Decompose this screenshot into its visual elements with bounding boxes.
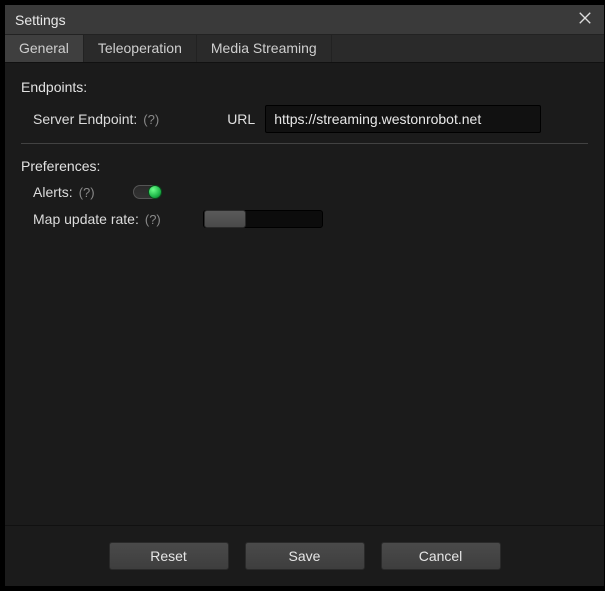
server-endpoint-help[interactable]: (?) <box>143 112 159 127</box>
preferences-heading: Preferences: <box>21 158 588 174</box>
close-button[interactable] <box>576 11 594 29</box>
server-endpoint-input[interactable] <box>265 105 541 133</box>
server-endpoint-label: Server Endpoint: <box>33 111 137 127</box>
save-button[interactable]: Save <box>245 542 365 570</box>
alerts-label: Alerts: <box>33 184 73 200</box>
toggle-knob-icon <box>148 185 162 199</box>
map-update-help[interactable]: (?) <box>145 212 161 227</box>
tab-teleoperation[interactable]: Teleoperation <box>84 35 197 62</box>
reset-button[interactable]: Reset <box>109 542 229 570</box>
alerts-row: Alerts: (?) <box>21 184 588 200</box>
divider <box>21 143 588 144</box>
settings-window: Settings General Teleoperation Media Str… <box>4 4 605 587</box>
tab-media-streaming[interactable]: Media Streaming <box>197 35 332 62</box>
endpoints-heading: Endpoints: <box>21 79 588 95</box>
url-label: URL <box>227 111 255 127</box>
server-endpoint-row: Server Endpoint: (?) URL <box>21 105 588 133</box>
slider-thumb-icon <box>204 210 246 228</box>
cancel-button[interactable]: Cancel <box>381 542 501 570</box>
titlebar: Settings <box>5 5 604 35</box>
window-title: Settings <box>15 12 66 28</box>
map-update-row: Map update rate: (?) <box>21 210 588 228</box>
dialog-buttons: Reset Save Cancel <box>5 525 604 586</box>
tab-content: Endpoints: Server Endpoint: (?) URL Pref… <box>5 63 604 501</box>
close-icon <box>578 11 592 28</box>
alerts-toggle[interactable] <box>133 185 161 199</box>
map-update-slider[interactable] <box>203 210 323 228</box>
tab-general[interactable]: General <box>5 35 84 62</box>
tabs: General Teleoperation Media Streaming <box>5 35 604 63</box>
alerts-help[interactable]: (?) <box>79 185 95 200</box>
map-update-label: Map update rate: <box>33 211 139 227</box>
